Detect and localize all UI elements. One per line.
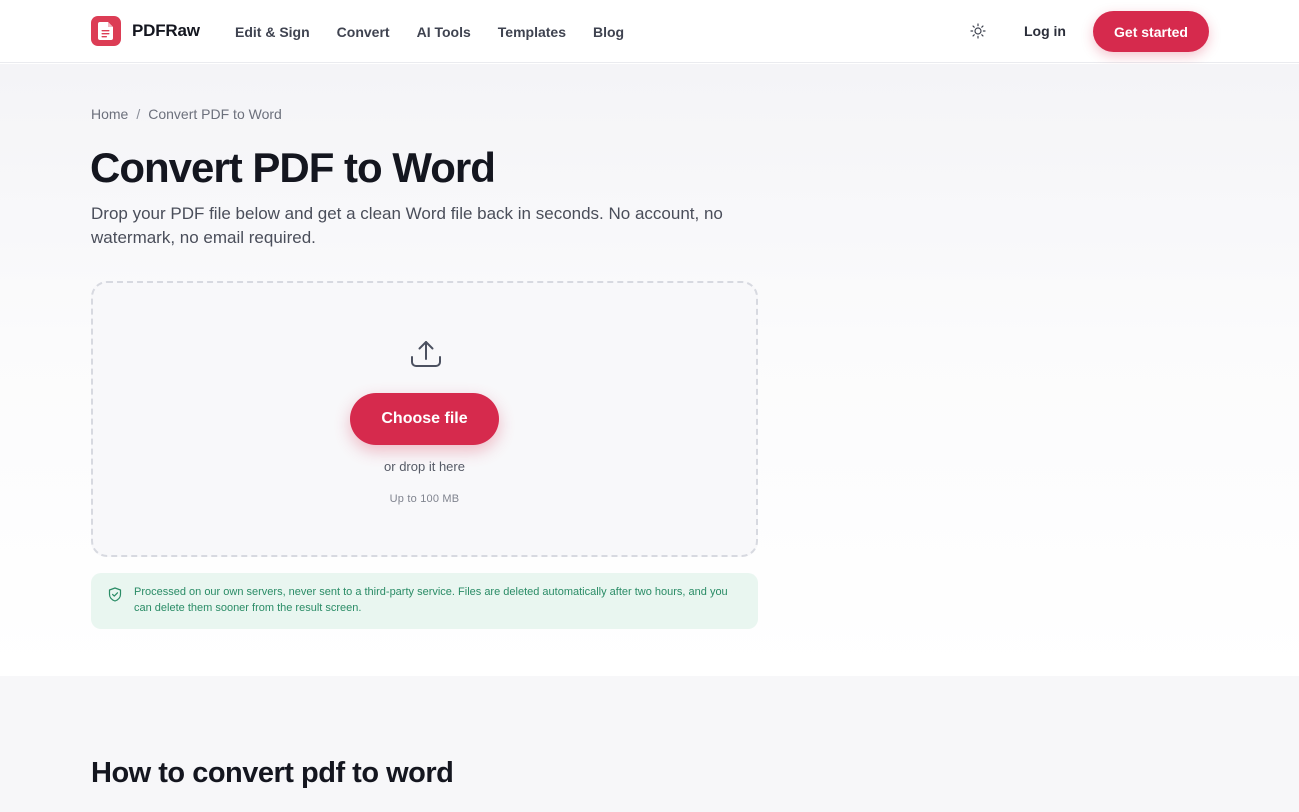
nav-blog[interactable]: Blog	[593, 24, 624, 40]
brand-link[interactable]: PDFRaw	[91, 16, 200, 46]
converter-section: Home / Convert PDF to Word Convert PDF t…	[0, 64, 1299, 676]
drop-hint: or drop it here	[384, 459, 465, 474]
breadcrumb: Home / Convert PDF to Word	[91, 106, 282, 122]
privacy-text: Processed on our own servers, never sent…	[134, 586, 728, 614]
nav-ai-tools[interactable]: AI Tools	[417, 24, 471, 40]
page-title: Convert PDF to Word	[90, 144, 496, 191]
file-dropzone[interactable]: Choose file or drop it here Up to 100 MB	[91, 281, 758, 557]
nav-edit-sign[interactable]: Edit & Sign	[235, 24, 310, 40]
upload-icon	[411, 341, 441, 367]
theme-toggle-button[interactable]	[966, 19, 990, 43]
nav-templates[interactable]: Templates	[498, 24, 566, 40]
privacy-notice: Processed on our own servers, never sent…	[91, 573, 758, 629]
file-size-limit: Up to 100 MB	[389, 493, 460, 505]
choose-file-button[interactable]: Choose file	[350, 393, 499, 445]
breadcrumb-current: Convert PDF to Word	[148, 106, 282, 122]
login-link[interactable]: Log in	[1024, 23, 1066, 39]
how-to-section: How to convert pdf to word	[0, 676, 1299, 812]
shield-check-icon	[108, 587, 122, 602]
main-nav: Edit & Sign Convert AI Tools Templates B…	[235, 0, 624, 63]
sun-icon	[970, 23, 986, 39]
brand-name: PDFRaw	[132, 21, 200, 40]
get-started-button[interactable]: Get started	[1093, 11, 1209, 52]
document-icon	[91, 16, 121, 46]
breadcrumb-separator: /	[136, 106, 141, 122]
site-header: PDFRaw Edit & Sign Convert AI Tools Temp…	[0, 0, 1299, 63]
breadcrumb-home[interactable]: Home	[91, 106, 128, 122]
page-subtitle: Drop your PDF file below and get a clean…	[91, 204, 723, 247]
nav-convert[interactable]: Convert	[337, 24, 390, 40]
how-to-title: How to convert pdf to word	[91, 757, 454, 789]
